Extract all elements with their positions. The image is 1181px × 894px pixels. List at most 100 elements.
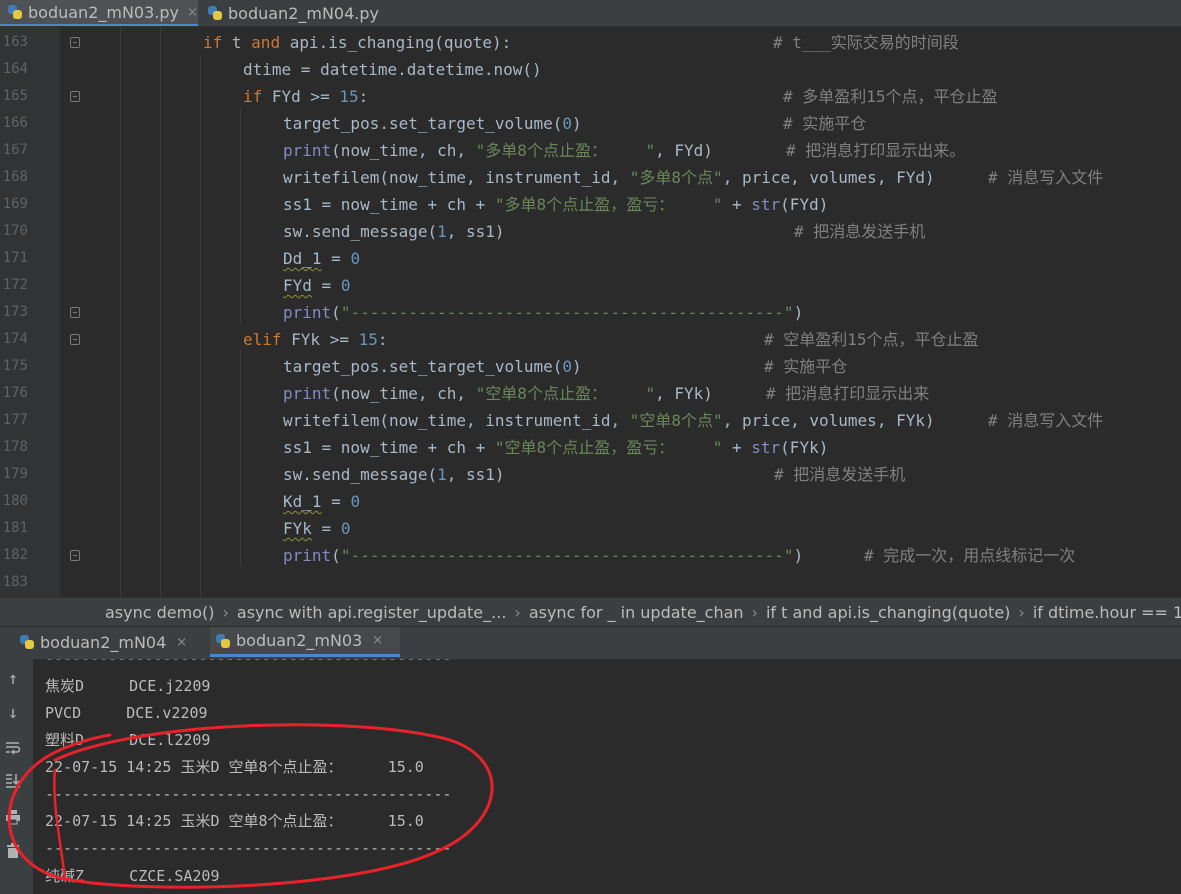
- line-number: 175: [2, 358, 28, 374]
- line-number: 168: [2, 169, 28, 185]
- code-text: , price, volumes, FYd): [722, 168, 935, 187]
- code-line-170[interactable]: sw.send_message(1, ss1): [283, 218, 505, 245]
- breadcrumb-item[interactable]: if dtime.hour == 14 and d: [1033, 603, 1181, 622]
- keyword: if: [243, 87, 263, 106]
- code-line-179[interactable]: sw.send_message(1, ss1): [283, 461, 505, 488]
- code-text: target_pos.set_target_volume(: [283, 357, 563, 376]
- line-number: 183: [2, 574, 28, 590]
- code-comment: # 空单盈利15个点，平仓止盈: [764, 330, 979, 349]
- code-text: , ss1): [446, 465, 505, 484]
- code-text: +: [722, 438, 752, 457]
- close-icon[interactable]: ×: [187, 5, 198, 20]
- code-text: writefilem(now_time, instrument_id,: [283, 168, 630, 187]
- console-line: 22-07-15 14:25 玉米D 空单8个点止盈： 15.0: [45, 812, 424, 830]
- code-comment: # 消息写入文件: [988, 411, 1104, 430]
- fold-marker-icon[interactable]: [70, 37, 80, 48]
- line-number: 182: [2, 547, 28, 563]
- code-text: , price, volumes, FYk): [722, 411, 935, 430]
- code-line-182[interactable]: print("---------------------------------…: [283, 542, 803, 569]
- indent-guide: [240, 351, 241, 567]
- breadcrumb-item[interactable]: async for _ in update_chan: [529, 603, 744, 622]
- line-number: 169: [2, 196, 28, 212]
- up-arrow-icon[interactable]: ↑: [0, 667, 26, 691]
- code-line-180[interactable]: Kd_1 = 0: [283, 488, 360, 515]
- line-number: 172: [2, 277, 28, 293]
- fold-marker-icon[interactable]: [70, 307, 80, 318]
- close-icon[interactable]: ×: [372, 633, 383, 648]
- line-number: 178: [2, 439, 28, 455]
- code-text: ): [572, 357, 582, 376]
- code-line-175[interactable]: target_pos.set_target_volume(0): [283, 353, 582, 380]
- breadcrumb-item[interactable]: async with api.register_update_...: [237, 603, 507, 622]
- console-line: ----------------------------------------…: [45, 839, 452, 857]
- code-text: +: [722, 195, 752, 214]
- tab-boduan2-mn03[interactable]: boduan2_mN03.py ×: [0, 0, 198, 26]
- breadcrumb: async demo() › async with api.register_u…: [0, 597, 1181, 626]
- run-tab-boduan2-mn03[interactable]: boduan2_mN03 ×: [210, 627, 400, 657]
- chevron-right-icon: ›: [1018, 602, 1025, 622]
- code-line-177[interactable]: writefilem(now_time, instrument_id, "空单8…: [283, 407, 935, 434]
- indent-guide: [160, 27, 161, 597]
- keyword: elif: [243, 330, 282, 349]
- code-line-176[interactable]: print(now_time, ch, "空单8个点止盈： ", FYk): [283, 380, 713, 407]
- code-line-173[interactable]: print("---------------------------------…: [283, 299, 803, 326]
- code-line-169[interactable]: ss1 = now_time + ch + "多单8个点止盈，盈亏： " + s…: [283, 191, 828, 218]
- code-text: (now_time, ch,: [331, 141, 476, 160]
- code-text: FYd >=: [262, 87, 340, 106]
- code-line-178[interactable]: ss1 = now_time + ch + "空单8个点止盈，盈亏： " + s…: [283, 434, 828, 461]
- console-line: ----------------------------------------…: [45, 785, 452, 803]
- code-text: sw.send_message(: [283, 222, 438, 241]
- string-literal: "空单8个点止盈： ": [475, 384, 656, 403]
- soft-wrap-icon[interactable]: [0, 736, 26, 760]
- breadcrumb-item[interactable]: if t and api.is_changing(quote): [766, 603, 1010, 622]
- console-line: 纯碱Z CZCE.SA209: [45, 867, 220, 885]
- code-text: (now_time, ch,: [331, 384, 476, 403]
- fold-marker-icon[interactable]: [70, 334, 80, 345]
- code-line-171[interactable]: Dd_1 = 0: [283, 245, 360, 272]
- tab-boduan2-mn04[interactable]: boduan2_mN04.py: [200, 0, 390, 26]
- builtin: print: [283, 303, 332, 322]
- console-toolbar: ↑ ↓: [0, 659, 33, 894]
- line-number: 173: [2, 304, 28, 320]
- keyword: if: [203, 33, 223, 52]
- code-line-174[interactable]: elif FYk >= 15:: [243, 326, 388, 353]
- print-icon[interactable]: [0, 805, 26, 829]
- line-number: 177: [2, 412, 28, 428]
- down-arrow-icon[interactable]: ↓: [0, 701, 26, 725]
- trash-icon[interactable]: [0, 839, 26, 863]
- code-text: =: [321, 249, 351, 268]
- code-line-181[interactable]: FYk = 0: [283, 515, 350, 542]
- code-line-172[interactable]: FYd = 0: [283, 272, 350, 299]
- builtin: str: [751, 438, 781, 457]
- number-literal: 0: [350, 492, 361, 511]
- run-console-output[interactable]: ----------------------------------------…: [33, 659, 1181, 894]
- code-line-165[interactable]: if FYd >= 15:: [243, 83, 368, 110]
- breadcrumb-item[interactable]: async demo(): [105, 603, 215, 622]
- scroll-to-end-icon[interactable]: [0, 769, 26, 793]
- code-text: , ss1): [446, 222, 505, 241]
- code-line-166[interactable]: target_pos.set_target_volume(0): [283, 110, 582, 137]
- code-line-168[interactable]: writefilem(now_time, instrument_id, "多单8…: [283, 164, 935, 191]
- variable: Kd_1: [283, 492, 322, 511]
- code-line-164[interactable]: dtime = datetime.datetime.now(): [243, 56, 542, 83]
- fold-marker-icon[interactable]: [70, 550, 80, 561]
- code-editor[interactable]: 163 164 165 166 167 168 169 170 171 172 …: [0, 27, 1181, 597]
- fold-marker-icon[interactable]: [70, 91, 80, 102]
- run-tab-boduan2-mn04[interactable]: boduan2_mN04 ×: [20, 627, 206, 657]
- code-text: (: [331, 546, 341, 565]
- string-literal: "空单8个点": [629, 411, 723, 430]
- python-file-icon: [208, 6, 222, 20]
- code-comment: # 多单盈利15个点，平仓止盈: [783, 87, 998, 106]
- close-icon[interactable]: ×: [176, 635, 187, 650]
- tab-label: boduan2_mN03.py: [28, 2, 179, 22]
- chevron-right-icon: ›: [514, 602, 521, 622]
- code-text: :: [377, 330, 388, 349]
- code-line-167[interactable]: print(now_time, ch, "多单8个点止盈： ", FYd): [283, 137, 713, 164]
- code-line-163[interactable]: if t and api.is_changing(quote):: [203, 29, 511, 56]
- line-number: 166: [2, 115, 28, 131]
- line-number: 165: [2, 88, 28, 104]
- code-text: writefilem(now_time, instrument_id,: [283, 411, 630, 430]
- code-text: , FYd): [655, 141, 713, 160]
- variable: FYd: [283, 276, 312, 295]
- string-literal: "多单8个点": [629, 168, 723, 187]
